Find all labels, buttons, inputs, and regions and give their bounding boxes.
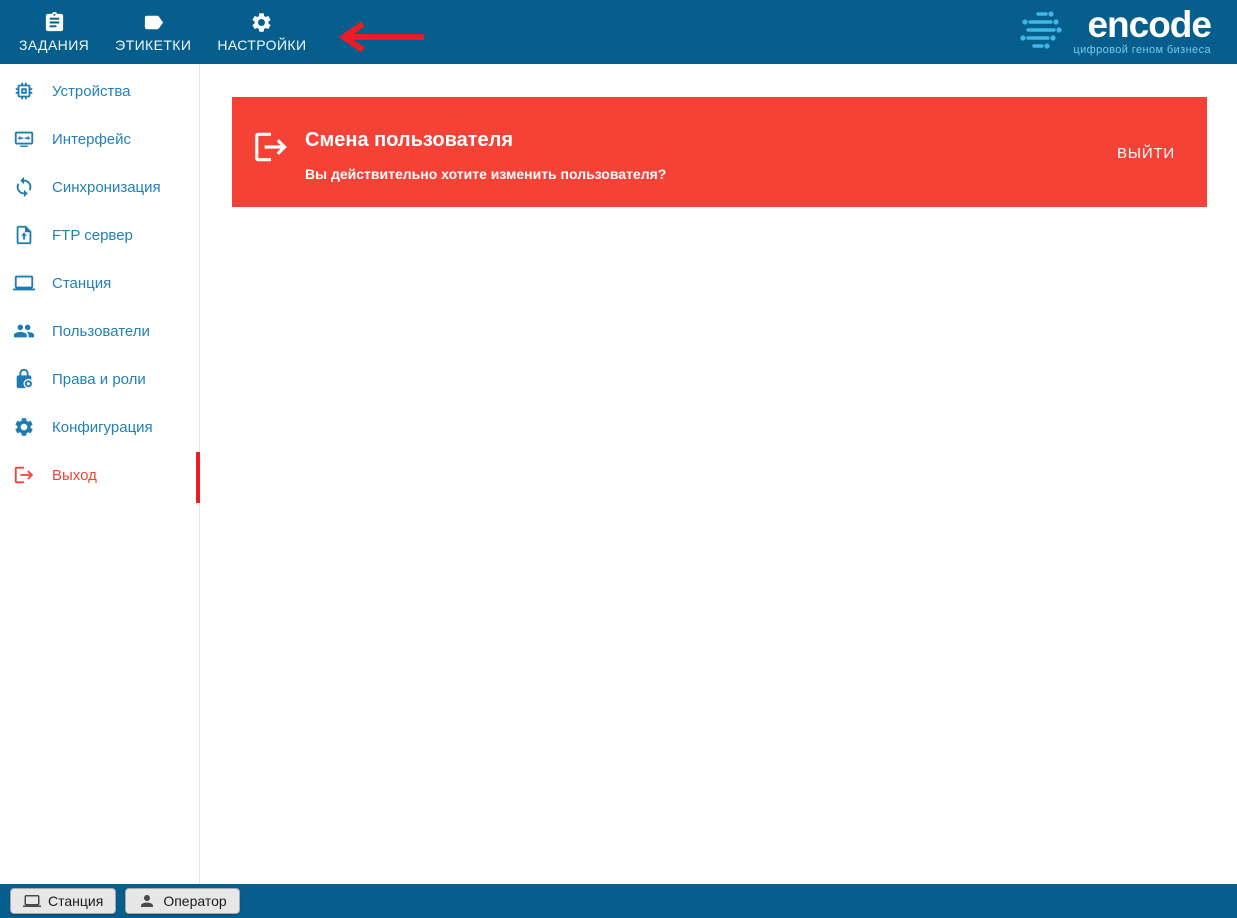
status-bar: Станция Оператор: [0, 884, 1237, 918]
logo-tagline: цифровой геном бизнеса: [1073, 44, 1211, 56]
annotation-arrow-settings-tab: [338, 21, 424, 53]
laptop-icon: [13, 275, 35, 291]
tab-labels[interactable]: ЭТИКЕТКИ: [102, 0, 204, 64]
sidebar-item-label: Выход: [52, 466, 97, 484]
encode-logo-icon: [1020, 11, 1063, 49]
lock-badge-icon: [16, 368, 34, 389]
sidebar-item-sync[interactable]: Синхронизация: [0, 163, 199, 211]
logout-button[interactable]: ВЫЙТИ: [1115, 139, 1177, 168]
encode-logo: encode цифровой геном бизнеса: [1018, 0, 1237, 64]
sidebar-item-label: Синхронизация: [52, 178, 161, 196]
tab-settings-label: НАСТРОЙКИ: [217, 37, 307, 53]
interface-monitor-icon: [14, 131, 34, 147]
logout-icon: [255, 132, 287, 162]
sidebar-item-users[interactable]: Пользователи: [0, 307, 199, 355]
tab-tasks[interactable]: ЗАДАНИЯ: [6, 0, 102, 64]
logout-icon: [14, 466, 34, 484]
user-change-banner: Смена пользователя Вы действительно хоти…: [232, 97, 1207, 207]
sidebar-item-devices[interactable]: Устройства: [0, 67, 199, 115]
logo-wordmark: encode: [1087, 4, 1212, 45]
station-chip[interactable]: Станция: [10, 888, 117, 914]
gear-icon: [15, 418, 33, 436]
settings-sidebar: Устройства Интерфейс Синхронизация FTP с…: [0, 64, 200, 884]
tab-tasks-label: ЗАДАНИЯ: [19, 37, 90, 53]
person-icon: [141, 895, 154, 907]
gear-icon: [252, 13, 271, 32]
annotation-marker-line: [196, 452, 200, 503]
file-upload-icon: [16, 225, 32, 245]
station-chip-label: Станция: [48, 893, 104, 909]
banner-message: Вы действительно хотите изменить пользов…: [305, 166, 667, 182]
chip-icon: [15, 82, 33, 100]
sidebar-item-configuration[interactable]: Конфигурация: [0, 403, 199, 451]
sidebar-item-label: Интерфейс: [52, 130, 132, 148]
main-tabs: ЗАДАНИЯ ЭТИКЕТКИ НАСТРОЙКИ: [0, 0, 319, 64]
clipboard-icon: [45, 11, 63, 32]
sidebar-item-ftp-server[interactable]: FTP сервер: [0, 211, 199, 259]
sidebar-item-label: Устройства: [52, 82, 131, 100]
sidebar-item-label: Конфигурация: [52, 418, 153, 436]
sidebar-item-logout[interactable]: Выход: [0, 451, 199, 499]
operator-chip[interactable]: Оператор: [125, 888, 240, 914]
label-icon: [144, 15, 163, 30]
sidebar-item-rights-roles[interactable]: Права и роли: [0, 355, 199, 403]
sidebar-item-label: Права и роли: [52, 370, 146, 388]
sidebar-item-label: Станция: [52, 274, 112, 292]
laptop-icon: [23, 895, 41, 907]
users-icon: [13, 324, 35, 338]
sidebar-item-station[interactable]: Станция: [0, 259, 199, 307]
sync-icon: [16, 176, 32, 198]
banner-title: Смена пользователя: [305, 129, 514, 151]
sidebar-item-label: FTP сервер: [52, 226, 133, 244]
top-navigation-bar: ЗАДАНИЯ ЭТИКЕТКИ НАСТРОЙКИ encode цифров…: [0, 0, 1237, 64]
sidebar-item-interface[interactable]: Интерфейс: [0, 115, 199, 163]
sidebar-item-label: Пользователи: [52, 322, 150, 340]
content-area: Смена пользователя Вы действительно хоти…: [201, 64, 1237, 884]
tab-labels-label: ЭТИКЕТКИ: [115, 37, 192, 53]
tab-settings[interactable]: НАСТРОЙКИ: [204, 0, 319, 64]
operator-chip-label: Оператор: [163, 893, 227, 909]
